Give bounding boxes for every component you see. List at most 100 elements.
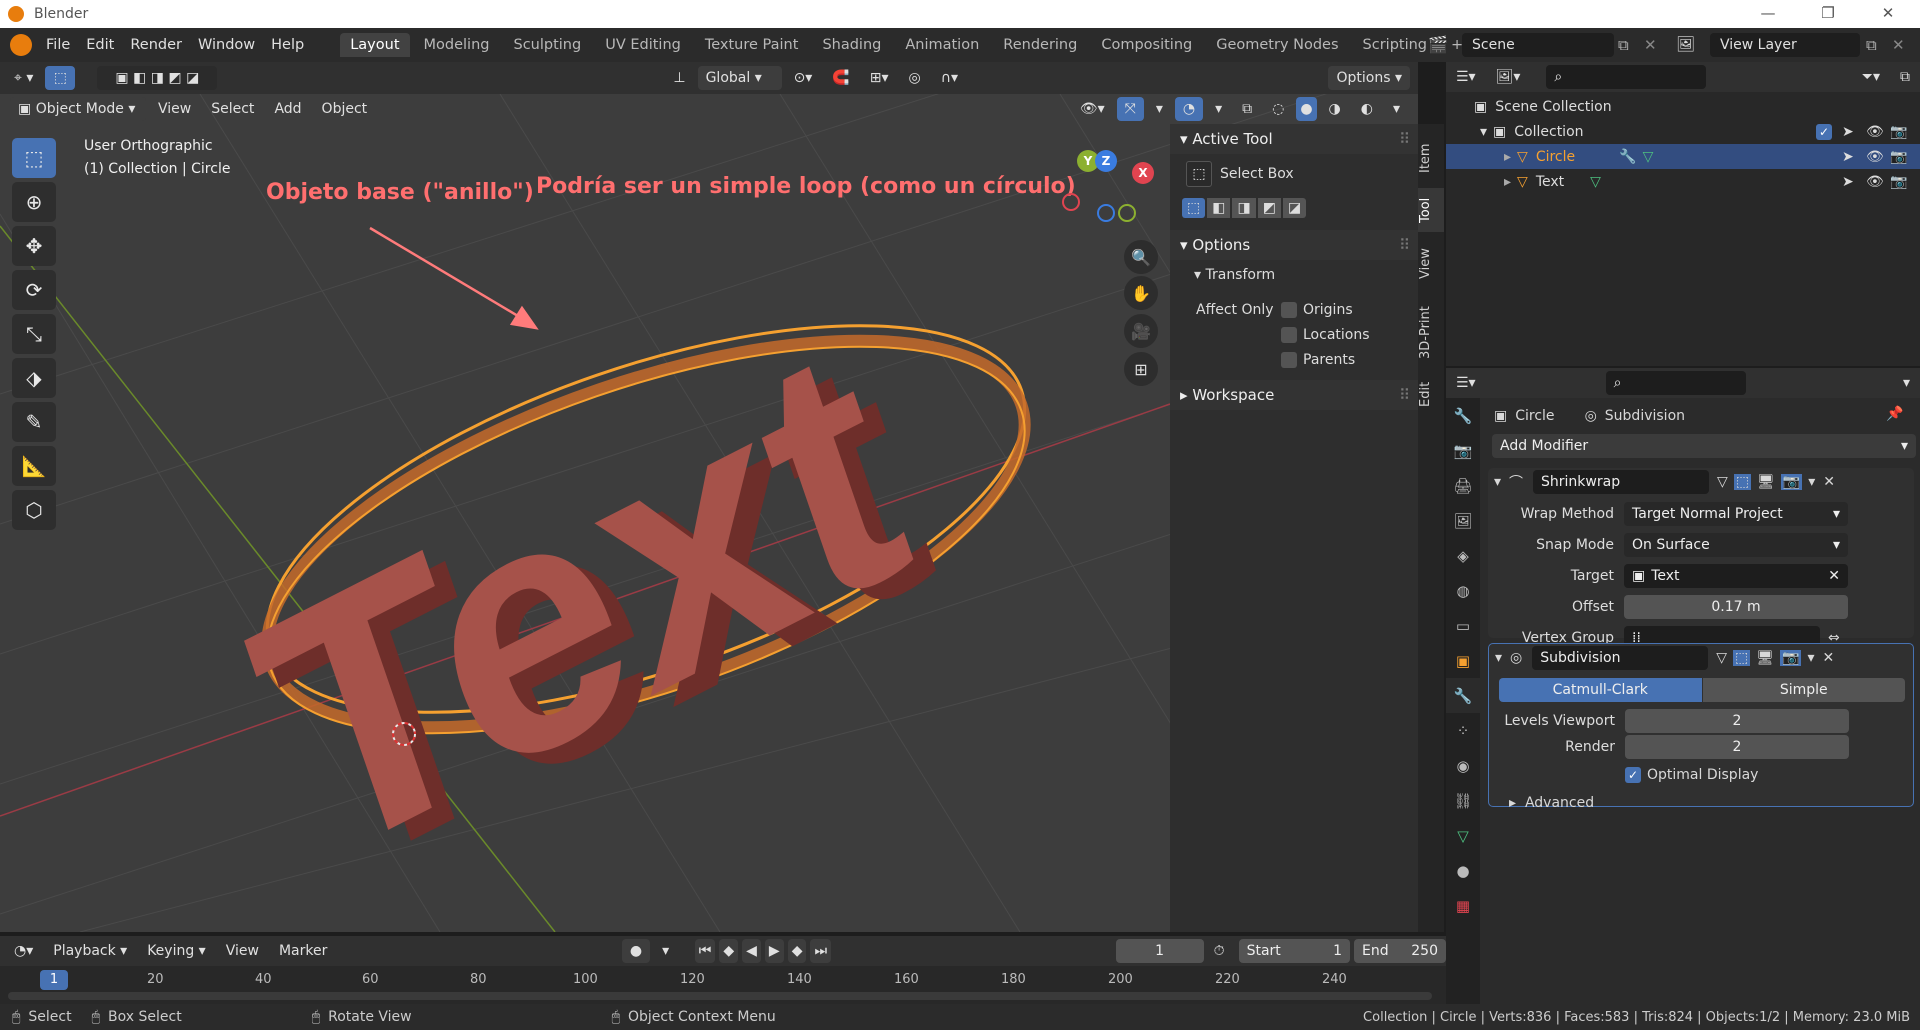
add-modifier-button[interactable]: Add Modifier ▾ [1492,434,1916,458]
active-tool-header[interactable]: ▾ Active Tool ⠿ [1170,124,1418,154]
shrinkwrap-name-input[interactable]: Shrinkwrap [1533,470,1710,494]
circle-visibility-icon[interactable]: 👁 [1866,149,1884,165]
advanced-subpanel[interactable]: ▸ Advanced [1489,795,1913,811]
locations-checkbox[interactable] [1281,326,1297,343]
collection-row[interactable]: ▾ ▣ Collection ✓ ➤ 👁 📷 [1446,119,1920,144]
expand-arrow-icon[interactable]: ▾ [1480,124,1487,140]
gizmo-x-axis[interactable]: X [1132,162,1154,184]
menu-object[interactable]: Object [314,97,376,121]
collapse-arrow-icon[interactable]: ▾ [1495,650,1502,666]
visibility-icon[interactable]: 👁▾ [1072,97,1113,121]
shading-material-icon[interactable]: ◑ [1321,97,1349,121]
scene-collection-row[interactable]: ▣ Scene Collection [1446,94,1920,119]
tab-item[interactable]: Item [1418,134,1444,182]
object-mode-dropdown[interactable]: ▣ Object Mode ▾ [10,97,146,121]
gizmo-neg-x[interactable] [1062,193,1080,211]
render-props-icon[interactable]: 📷 [1446,433,1480,468]
gizmo-neg-z[interactable] [1097,204,1115,222]
parents-checkbox[interactable] [1281,351,1297,368]
tab-tool[interactable]: Tool [1418,188,1444,232]
camera-view-icon[interactable]: 🎥 [1124,314,1158,348]
material-props-icon[interactable]: ● [1446,853,1480,888]
playback-menu[interactable]: Playback ▾ [45,939,135,963]
menu-view[interactable]: View [150,97,199,121]
outliner-search-input[interactable]: ⌕ [1546,65,1707,89]
snap-icon[interactable]: 🧲 [824,66,857,90]
edit-mode-toggle-icon[interactable]: ▽ [1717,474,1728,490]
menu-file[interactable]: File [38,37,78,53]
menu-render[interactable]: Render [122,37,190,53]
circle-select-icon[interactable]: ➤ [1842,149,1854,165]
pivot-point-icon[interactable]: ⊙▾ [786,66,821,90]
view-layer-icon[interactable]: 🖼 [1676,35,1695,53]
tab-scripting[interactable]: Scripting [1353,33,1437,57]
modifier-props-icon[interactable]: 🔧 [1446,678,1480,713]
particles-props-icon[interactable]: ⁘ [1446,713,1480,748]
start-frame-field[interactable]: Start 1 [1238,939,1351,963]
mode-subtract-icon[interactable]: ◨ [1232,198,1256,218]
menu-edit[interactable]: Edit [78,37,122,53]
constraints-props-icon[interactable]: ⛓ [1446,783,1480,818]
new-collection-icon[interactable]: ⧉ [1892,65,1918,89]
collection-include-checkbox[interactable]: ✓ [1816,123,1832,140]
minimize-icon[interactable]: — [1748,4,1788,22]
play-icon[interactable]: ▶ [764,939,784,963]
overlay-toggle-icon[interactable]: ◔ [1174,97,1204,121]
display-mode-icon[interactable]: 🖼▾ [1488,65,1529,89]
tool-props-icon[interactable]: 🔧 [1446,398,1480,433]
cage-toggle-icon[interactable]: ⬚ [1733,650,1751,666]
text-3d-object[interactable]: Text Text [217,267,965,932]
keying-menu[interactable]: Keying ▾ [139,939,214,963]
options-dropdown[interactable]: Options ▾ [1328,66,1410,90]
properties-editor-type-icon[interactable]: ☰▾ [1448,371,1484,395]
mode-intersect-icon[interactable]: ◪ [1282,198,1307,218]
measure-tool-icon[interactable]: 📐 [12,446,56,486]
scene-props-icon[interactable]: ◈ [1446,538,1480,573]
timeline-editor-type-icon[interactable]: ◔▾ [6,939,41,963]
scene-field[interactable]: Scene [1462,33,1614,57]
view-layer-new-icon[interactable]: ⧉ [1866,36,1877,54]
select-tool-icon[interactable]: ⬚ [45,66,76,90]
simple-button[interactable]: Simple [1702,678,1905,702]
physics-props-icon[interactable]: ◉ [1446,748,1480,783]
jump-next-key-icon[interactable]: ◆ [787,939,807,963]
origins-checkbox[interactable] [1281,301,1297,318]
maximize-icon[interactable]: ❐ [1808,4,1848,22]
text-render-icon[interactable]: 📷 [1890,174,1907,190]
timeline-scrollbar[interactable] [8,992,1432,1000]
keying-set-icon[interactable]: ▾ [654,939,677,963]
current-frame-field[interactable]: 1 [1115,939,1204,963]
offset-slider[interactable]: 0.17 m [1624,595,1848,619]
annotate-tool-icon[interactable]: ✎ [12,402,56,442]
timeline[interactable]: 1 20 40 60 80 100 120 140 160 180 200 22… [0,966,1446,1004]
modifier-menu-icon[interactable]: ▾ [1808,474,1815,490]
remove-modifier-icon[interactable]: ✕ [1823,650,1835,666]
playhead[interactable]: 1 [40,970,68,990]
tab-uv-editing[interactable]: UV Editing [595,33,691,57]
expand-arrow-icon[interactable]: ▸ [1504,149,1511,165]
scene-new-icon[interactable]: ⧉ [1618,36,1629,54]
texture-props-icon[interactable]: ▦ [1446,888,1480,923]
remove-modifier-icon[interactable]: ✕ [1823,474,1835,490]
tab-modeling[interactable]: Modeling [414,33,500,57]
wrap-method-dropdown[interactable]: Target Normal Project ▾ [1624,502,1848,526]
zoom-icon[interactable]: 🔍 [1124,240,1158,274]
pin-icon[interactable]: 📌 [1886,406,1903,422]
edit-mode-toggle-icon[interactable]: ▽ [1716,650,1727,666]
scene-selector-icon[interactable]: 🎬 [1428,35,1458,55]
preview-range-icon[interactable]: ⏱ [1206,939,1233,963]
view-layer-remove-icon[interactable]: ✕ [1892,36,1905,54]
tab-rendering[interactable]: Rendering [993,33,1087,57]
gizmo-neg-y[interactable] [1118,204,1136,222]
move-tool-icon[interactable]: ✥ [12,226,56,266]
select-box-tool-icon[interactable]: ⬚ [12,138,56,178]
target-object-field[interactable]: ▣ Text ✕ [1624,564,1848,588]
editor-type-icon[interactable]: ⌖ ▾ [6,66,41,90]
transform-orientation-icon[interactable]: ⊥ [665,66,693,90]
shading-wireframe-icon[interactable]: ◌ [1264,97,1292,121]
expand-arrow-icon[interactable]: ▸ [1504,174,1511,190]
end-frame-field[interactable]: End 250 [1354,939,1446,963]
tab-edit[interactable]: Edit [1418,374,1444,414]
gizmo-z-axis[interactable]: Z [1095,150,1117,172]
xray-icon[interactable]: ⧉ [1234,97,1260,121]
